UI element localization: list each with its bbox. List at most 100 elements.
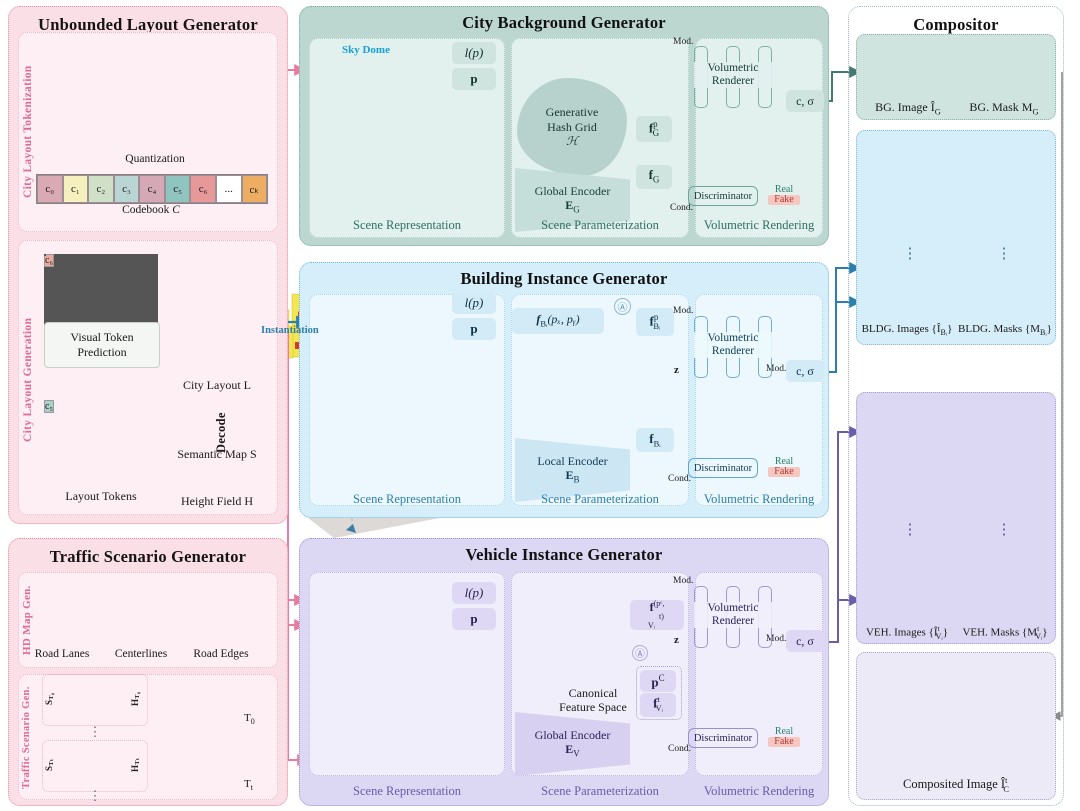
csigma-bg-text: c, σ bbox=[796, 93, 814, 108]
codebook-cell: c₀ bbox=[37, 175, 63, 203]
bg-mask-caption-text: BG. Mask M bbox=[969, 100, 1033, 114]
token-cell: c₅ bbox=[44, 400, 54, 413]
encoder-veh-line2: EV bbox=[565, 742, 580, 759]
label-volumetric-renderer-bldg: Volumetric Renderer bbox=[694, 332, 772, 359]
h-t0-text: HT₀ bbox=[130, 691, 141, 707]
vr-veh-line2: Renderer bbox=[711, 615, 755, 628]
caption-road-lanes: Road Lanes bbox=[34, 648, 90, 660]
label-cond-bldg: Cond. bbox=[668, 474, 691, 484]
encoder-bldg-line1: Local Encoder bbox=[537, 454, 608, 469]
vr-bldg-line1: Volumetric bbox=[707, 332, 759, 344]
bg-image-caption-text: BG. Image Î bbox=[875, 100, 935, 114]
codebook-cell: c₁ bbox=[62, 175, 89, 203]
tt-sub: t bbox=[250, 783, 253, 793]
node-csigma-veh: c, σ bbox=[786, 630, 824, 652]
codebook-cell: c₅ bbox=[164, 175, 191, 203]
codebook-cell: c₃ bbox=[113, 175, 140, 203]
node-p-bldg: p bbox=[452, 318, 496, 340]
node-p-veh: p bbox=[452, 608, 496, 630]
panel-title-compositor: Compositor bbox=[913, 15, 999, 34]
bldg-masks-caption-close: } bbox=[1046, 323, 1052, 335]
concat-circle-veh: Ⓐ bbox=[632, 645, 648, 661]
caption-layout-tokens: Layout Tokens bbox=[65, 489, 137, 503]
generative-hash-grid: Generative Hash Grid ℋ bbox=[517, 78, 627, 176]
caption-veh-scene-representation: Scene Representation bbox=[353, 784, 461, 798]
caption-road-edges: Road Edges bbox=[193, 648, 249, 660]
caption-bg-scene-representation: Scene Representation bbox=[353, 218, 461, 232]
bg-mask-caption-sub: G bbox=[1032, 106, 1039, 117]
fake-label-bldg: Fake bbox=[768, 466, 800, 478]
veh-images-caption-sub: Vᵢ bbox=[935, 631, 943, 641]
pc-text: pC bbox=[651, 672, 665, 689]
encoder-bg-line1: Global Encoder bbox=[534, 184, 611, 199]
compositor-bldg-block bbox=[856, 130, 1056, 345]
label-z-bldg: z bbox=[674, 364, 679, 376]
label-volumetric-renderer-bg: Volumetric Renderer bbox=[694, 62, 772, 89]
encoder-bg-line2: EG bbox=[565, 198, 580, 215]
cfs-line1: Canonical bbox=[568, 686, 618, 700]
caption-veh-scene-parameterization: Scene Parameterization bbox=[541, 784, 659, 798]
node-fbi-p: fpBᵢ bbox=[636, 308, 674, 336]
fake-label-veh: Fake bbox=[768, 736, 800, 748]
realfake-bg: Real Fake bbox=[768, 184, 800, 206]
node-fg: fG bbox=[636, 165, 672, 189]
bldg-images-caption-text: BLDG. Images {Î bbox=[861, 323, 941, 335]
node-lp-veh: l(p) bbox=[452, 582, 496, 604]
traffic-ellipsis-2: ⋮ bbox=[88, 788, 102, 803]
realfake-bldg: Real Fake bbox=[768, 456, 800, 478]
vr-bg-line1: Volumetric bbox=[707, 62, 759, 74]
cfs-line2: Feature Space bbox=[559, 700, 627, 715]
vlabel-hd-map-gen: HD Map Gen. bbox=[21, 585, 33, 655]
codebook-cell: c₂ bbox=[88, 175, 114, 203]
token-cell-empty bbox=[44, 254, 46, 256]
panel-title-traffic-scenario: Traffic Scenario Generator bbox=[49, 547, 247, 566]
hashgrid-line1: Generative bbox=[545, 105, 599, 120]
discriminator-veh: Discriminator bbox=[688, 728, 758, 748]
fvi-t-text: ftVᵢ bbox=[653, 695, 663, 714]
label-mod-bldg: Mod. bbox=[673, 306, 694, 316]
layout-token-grid: c₅ c₁ c₇ c₃ c₄ c₂ c₆ c₀ c₅ c₃ c₄ c₂ c₆ c… bbox=[44, 400, 158, 486]
label-quantization: Quantization bbox=[125, 153, 185, 165]
caption-bg-image: BG. Image ÎG bbox=[860, 100, 956, 116]
label-T0: T0 bbox=[244, 712, 255, 726]
node-lp-bg: l(p) bbox=[452, 42, 496, 64]
label-mod-bg: Mod. bbox=[673, 37, 694, 47]
hashgrid-symbol: ℋ bbox=[566, 134, 578, 149]
node-lp-bldg: l(p) bbox=[452, 292, 496, 314]
bldg-masks-caption-sub: Bᵢ bbox=[1040, 328, 1047, 338]
panel-title-vehicle: Vehicle Instance Generator bbox=[465, 545, 663, 564]
veh-images-caption-close: } bbox=[942, 626, 949, 639]
s-tt-text: STₜ bbox=[44, 758, 55, 772]
veh-masks-caption-close: } bbox=[1042, 626, 1048, 639]
caption-veh-masks: VEH. Masks {MtVᵢ} bbox=[956, 624, 1054, 641]
caption-bldg-volumetric-rendering: Volumetric Rendering bbox=[703, 492, 815, 506]
label-Tt: Tt bbox=[244, 778, 253, 792]
bldg-images-caption-close: } bbox=[947, 323, 953, 335]
compositor-veh-block bbox=[856, 392, 1056, 644]
composited-caption-sub: C bbox=[1003, 783, 1009, 794]
bg-image-caption-sub: G bbox=[934, 106, 941, 117]
panel-title-building: Building Instance Generator bbox=[460, 269, 668, 288]
caption-bldg-images: BLDG. Images {ÎBᵢ} bbox=[858, 323, 956, 337]
caption-bg-mask: BG. Mask MG bbox=[956, 100, 1052, 116]
t0-label: T bbox=[244, 712, 251, 724]
discriminator-bldg: Discriminator bbox=[688, 458, 758, 478]
discriminator-bg: Discriminator bbox=[688, 186, 758, 206]
node-pc: pC bbox=[640, 670, 676, 692]
label-S-T0: ST₀ bbox=[44, 684, 55, 714]
realfake-veh: Real Fake bbox=[768, 726, 800, 748]
label-S-Tt: STₜ bbox=[44, 750, 55, 780]
encoder-bldg-line2: EB bbox=[565, 468, 580, 485]
node-fbi: fBᵢ bbox=[636, 428, 674, 452]
node-csigma-bg: c, σ bbox=[786, 90, 824, 112]
lp-text-bldg: l(p) bbox=[464, 295, 484, 311]
tt-label: T bbox=[244, 778, 251, 790]
node-p-bg: p bbox=[452, 68, 496, 90]
visual-token-prediction-box: Visual Token Prediction bbox=[44, 322, 160, 368]
bldg-ellipsis-left: ⋮ bbox=[902, 246, 918, 262]
caption-city-layout: City Layout L bbox=[183, 378, 251, 392]
label-cond-veh: Cond. bbox=[668, 744, 691, 754]
vr-bg-line2: Renderer bbox=[711, 75, 755, 88]
veh-ellipsis-left: ⋮ bbox=[902, 522, 918, 538]
veh-masks-caption-text: VEH. Masks {M bbox=[962, 626, 1038, 639]
